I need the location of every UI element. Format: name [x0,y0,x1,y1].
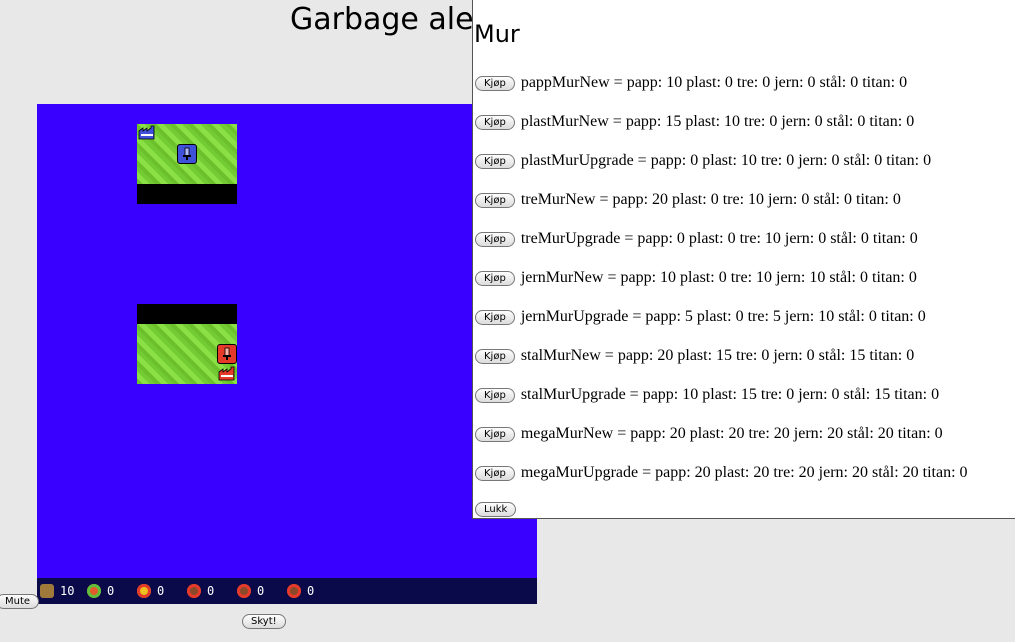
resource-jern: 0 [187,583,214,599]
enemy-factory-icon [218,366,235,381]
shop-item: Kjøp stalMurUpgrade = papp: 10 plast: 15… [475,384,939,406]
close-button[interactable]: Lukk [475,502,517,517]
buy-button[interactable]: Kjøp [475,348,515,364]
shop-item: Kjøp jernMurNew = papp: 10 plast: 0 tre:… [475,267,917,289]
resource-titan: 0 [287,583,314,599]
buy-button[interactable]: Kjøp [475,153,515,169]
resource-stal: 0 [237,583,264,599]
shop-item-text: jernMurNew = papp: 10 plast: 0 tre: 10 j… [520,269,917,286]
shop-item: Kjøp megaMurUpgrade = papp: 20 plast: 20… [475,462,968,484]
enemy-cannon-icon [217,344,237,364]
buy-button[interactable]: Kjøp [475,192,515,208]
tre-icon [137,584,151,598]
jern-icon [187,584,201,598]
buy-button[interactable]: Kjøp [475,75,515,91]
shop-item: Kjøp pappMurNew = papp: 10 plast: 0 tre:… [475,72,907,94]
stal-icon [237,584,251,598]
game-board[interactable] [37,104,537,604]
player-wall-strip [137,184,237,204]
mute-button[interactable]: Mute [0,594,40,609]
shop-item-text: treMurUpgrade = papp: 0 plast: 0 tre: 10… [520,230,918,247]
buy-button[interactable]: Kjøp [475,387,515,403]
titan-icon [287,584,301,598]
titan-count: 0 [307,584,315,598]
shop-item: Kjøp megaMurNew = papp: 20 plast: 20 tre… [475,423,943,445]
shop-item: Kjøp treMurUpgrade = papp: 0 plast: 0 tr… [475,228,918,250]
shop-item: Kjøp plastMurUpgrade = papp: 0 plast: 10… [475,150,931,172]
shop-item-text: pappMurNew = papp: 10 plast: 0 tre: 0 je… [520,74,908,91]
plast-count: 0 [107,584,115,598]
buy-button[interactable]: Kjøp [475,426,515,442]
shop-item: Kjøp jernMurUpgrade = papp: 5 plast: 0 t… [475,306,926,328]
shop-item-text: jernMurUpgrade = papp: 5 plast: 0 tre: 5… [520,308,926,325]
resource-plast: 0 [87,583,114,599]
buy-button[interactable]: Kjøp [475,114,515,130]
page-title: Garbage alert [290,2,498,37]
shop-item-text: stalMurNew = papp: 20 plast: 15 tre: 0 j… [520,347,915,364]
shoot-button[interactable]: Skyt! [242,614,286,629]
shop-item: Kjøp stalMurNew = papp: 20 plast: 15 tre… [475,345,914,367]
buy-button[interactable]: Kjøp [475,231,515,247]
resource-bar: 10 0 0 0 0 0 [37,578,537,604]
buy-button[interactable]: Kjøp [475,465,515,481]
papp-count: 10 [60,584,75,598]
shop-item-text: plastMurUpgrade = papp: 0 plast: 10 tre:… [520,152,932,169]
plast-icon [87,584,101,598]
panel-title: Mur [474,20,520,48]
wall-shop-panel: Mur Kjøp pappMurNew = papp: 10 plast: 0 … [472,0,1015,519]
shop-item-text: plastMurNew = papp: 15 plast: 10 tre: 0 … [520,113,915,130]
shop-item-text: megaMurUpgrade = papp: 20 plast: 20 tre:… [520,464,968,481]
enemy-wall-strip [137,304,237,324]
shop-item: Kjøp plastMurNew = papp: 15 plast: 10 tr… [475,111,914,133]
papp-icon [40,584,54,598]
buy-button[interactable]: Kjøp [475,270,515,286]
shop-item-text: stalMurUpgrade = papp: 10 plast: 15 tre:… [520,386,940,403]
resource-tre: 0 [137,583,164,599]
tre-count: 0 [157,584,165,598]
shop-item-text: treMurNew = papp: 20 plast: 0 tre: 10 je… [520,191,901,208]
stal-count: 0 [257,584,265,598]
player-factory-icon [138,125,155,140]
shop-item: Kjøp treMurNew = papp: 20 plast: 0 tre: … [475,189,901,211]
shop-item-text: megaMurNew = papp: 20 plast: 20 tre: 20 … [520,425,943,442]
resource-papp: 10 [40,583,74,599]
player-cannon-icon[interactable] [177,144,197,164]
jern-count: 0 [207,584,215,598]
buy-button[interactable]: Kjøp [475,309,515,325]
